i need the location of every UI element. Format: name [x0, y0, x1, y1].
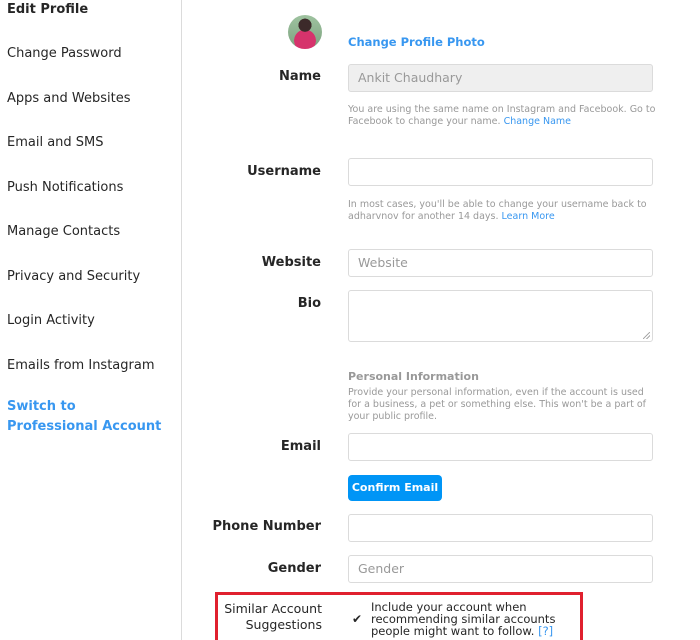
checkmark-icon: ✔ [352, 612, 363, 626]
gender-placeholder: Gender [358, 561, 405, 576]
resize-handle-icon[interactable] [643, 332, 650, 339]
website-label: Website [261, 255, 321, 270]
phone-number-label: Phone Number [212, 519, 321, 534]
sidebar-item-emails-from-instagram[interactable]: Emails from Instagram [7, 358, 155, 373]
website-placeholder: Website [358, 255, 408, 270]
sidebar-item-manage-contacts[interactable]: Manage Contacts [7, 224, 120, 239]
sidebar-item-privacy-and-security[interactable]: Privacy and Security [7, 269, 140, 284]
similar-accounts-help-link[interactable]: [?] [538, 624, 553, 638]
website-input[interactable]: Website [348, 249, 653, 277]
change-profile-photo-link[interactable]: Change Profile Photo [348, 35, 485, 49]
username-label: Username [247, 164, 321, 179]
sidebar-item-push-notifications[interactable]: Push Notifications [7, 180, 123, 195]
sidebar-item-apps-and-websites[interactable]: Apps and Websites [7, 91, 131, 106]
username-input[interactable] [348, 158, 653, 186]
similar-account-suggestions-label: Similar Account Suggestions [224, 601, 322, 632]
name-label: Name [278, 69, 321, 84]
username-help-message: In most cases, you'll be able to change … [348, 199, 647, 222]
username-help-text: In most cases, you'll be able to change … [348, 199, 658, 223]
bio-textarea[interactable] [348, 290, 653, 342]
profile-avatar[interactable] [288, 15, 322, 49]
similar-accounts-description: Include your account when recommending s… [371, 601, 571, 637]
email-input[interactable] [348, 433, 653, 461]
personal-information-title: Personal Information [348, 370, 479, 383]
settings-sidebar: Edit Profile Change Password Apps and We… [0, 0, 182, 640]
sidebar-item-switch-to-professional[interactable]: Switch to Professional Account [7, 397, 167, 437]
learn-more-link[interactable]: Learn More [502, 211, 555, 222]
phone-number-input[interactable] [348, 514, 653, 542]
change-name-link[interactable]: Change Name [504, 116, 571, 127]
gender-label: Gender [267, 561, 321, 576]
similar-accounts-checkbox[interactable]: ✔ [352, 613, 364, 625]
name-input[interactable]: Ankit Chaudhary [348, 64, 653, 92]
personal-information-description: Provide your personal information, even … [348, 387, 646, 422]
confirm-email-button[interactable]: Confirm Email [348, 475, 442, 501]
email-label: Email [280, 439, 321, 454]
bio-label: Bio [297, 296, 321, 311]
sidebar-item-edit-profile[interactable]: Edit Profile [7, 2, 88, 17]
sidebar-item-change-password[interactable]: Change Password [7, 46, 122, 61]
similar-accounts-text: Include your account when recommending s… [371, 600, 556, 638]
name-value: Ankit Chaudhary [358, 70, 463, 85]
name-help-text: You are using the same name on Instagram… [348, 104, 658, 128]
sidebar-item-email-and-sms[interactable]: Email and SMS [7, 135, 104, 150]
name-help-message: You are using the same name on Instagram… [348, 104, 656, 127]
gender-input[interactable]: Gender [348, 555, 653, 583]
sidebar-item-login-activity[interactable]: Login Activity [7, 313, 95, 328]
